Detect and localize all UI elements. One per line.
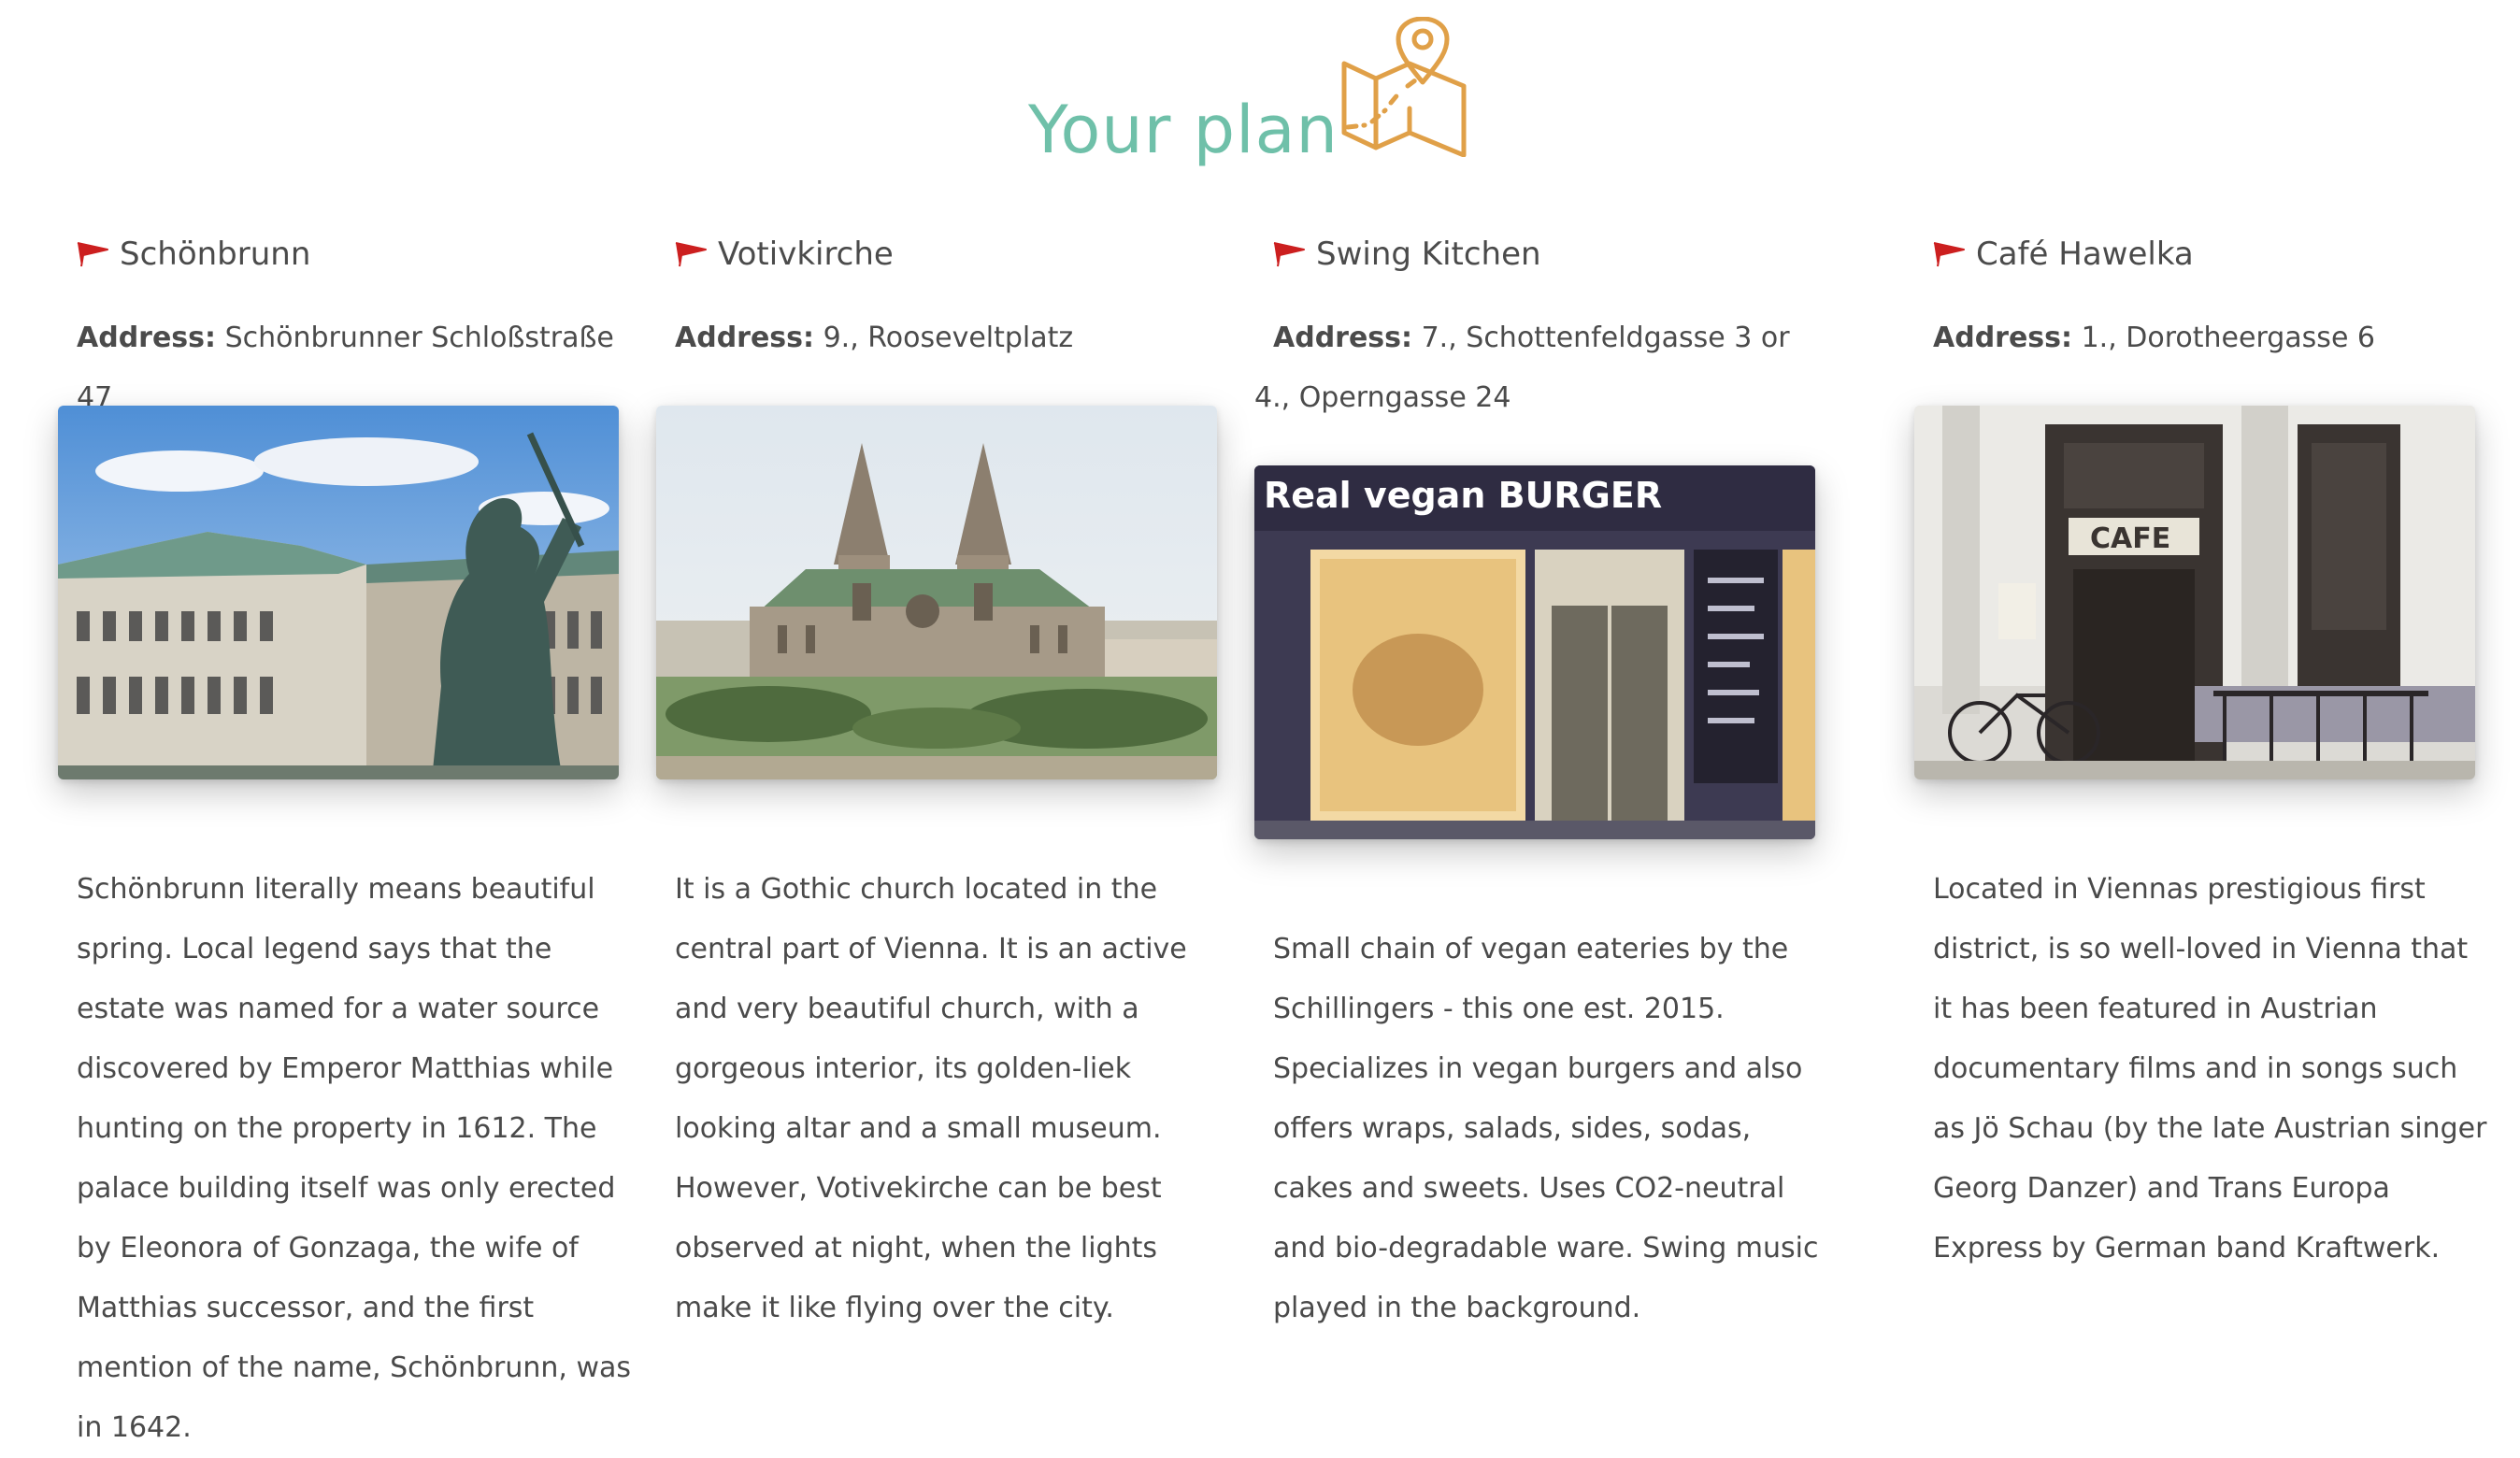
restaurant-photo: Real vegan BURGER <box>1254 465 1815 839</box>
address-label: Address: <box>1273 322 1413 354</box>
address-value: 1., Dorotheergasse 6 <box>2081 322 2376 354</box>
address-label: Address: <box>1933 322 2073 354</box>
place-photo: Real vegan BURGER <box>1254 465 1815 839</box>
place-photo <box>656 406 1217 779</box>
place-address: Address: 7., Schottenfeldgasse 3 or 4., … <box>1254 308 1834 428</box>
flag-icon <box>1933 242 1965 267</box>
page-title: Your plan <box>1028 92 1339 168</box>
flag-icon <box>675 242 707 267</box>
place-photo <box>58 406 619 779</box>
cafe-photo: CAFE <box>1914 406 2475 779</box>
map-pin-icon <box>1341 17 1467 157</box>
place-heading[interactable]: Swing Kitchen <box>1273 234 1541 275</box>
address-label: Address: <box>77 322 217 354</box>
place-heading[interactable]: Schönbrunn <box>77 234 310 275</box>
place-description: Small chain of vegan eateries by the Sch… <box>1273 933 1819 1324</box>
cafe-sign: CAFE <box>2090 522 2170 555</box>
place-name: Votivkirche <box>718 236 894 273</box>
storefront-sign: Real vegan BURGER <box>1264 475 1662 516</box>
address-value: 9., Rooseveltplatz <box>823 322 1074 354</box>
flag-icon <box>77 242 108 267</box>
flag-icon <box>1273 242 1305 267</box>
place-name: Café Hawelka <box>1976 236 2194 273</box>
place-name: Swing Kitchen <box>1316 236 1541 273</box>
place-description: Located in Viennas prestigious first dis… <box>1933 873 2487 1265</box>
place-address: Address: 9., Rooseveltplatz <box>675 308 1236 368</box>
place-name: Schönbrunn <box>120 236 311 273</box>
place-heading[interactable]: Votivkirche <box>675 234 894 275</box>
place-heading[interactable]: Café Hawelka <box>1933 234 2194 275</box>
church-photo <box>656 406 1217 779</box>
palace-photo <box>58 406 619 779</box>
place-description: It is a Gothic church located in the cen… <box>675 873 1187 1324</box>
place-address: Address: 1., Dorotheergasse 6 <box>1933 308 2494 368</box>
address-label: Address: <box>675 322 815 354</box>
place-description: Schönbrunn literally means beautiful spr… <box>77 873 632 1444</box>
place-photo: CAFE <box>1914 406 2475 779</box>
